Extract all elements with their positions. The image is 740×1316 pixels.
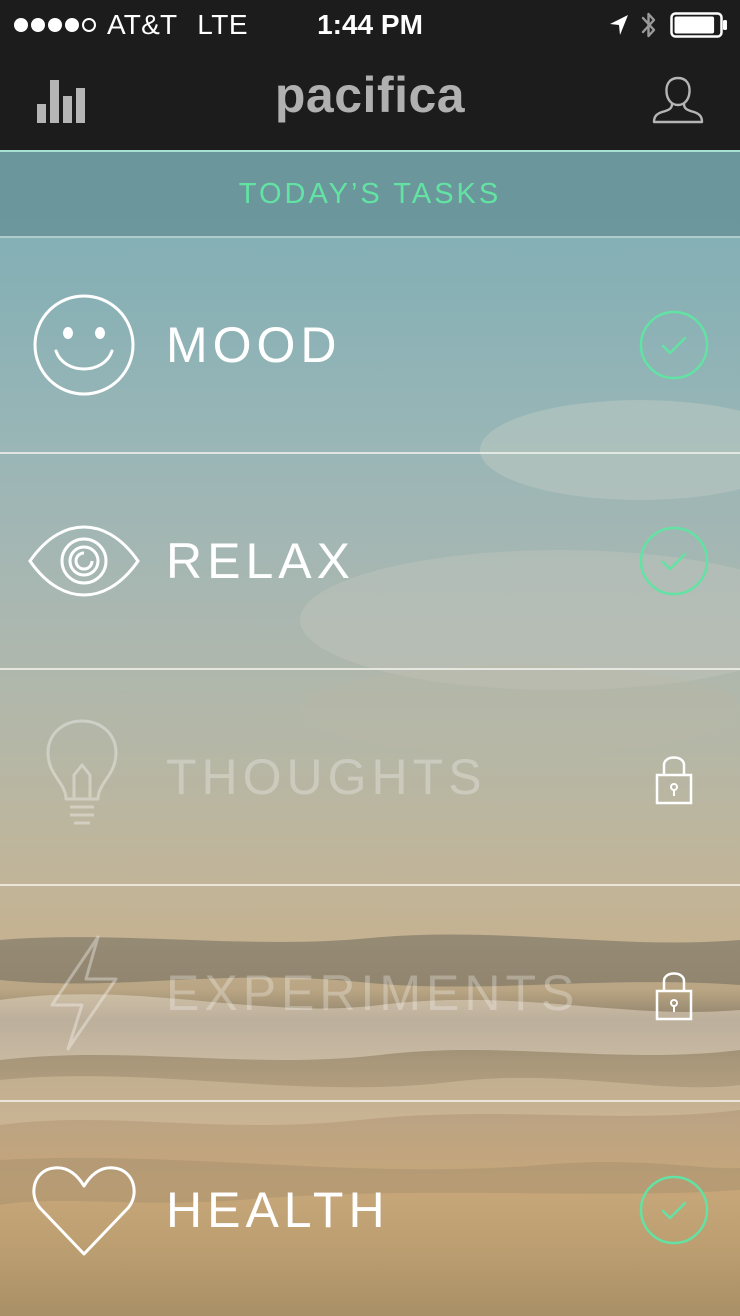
task-label: RELAX <box>166 533 355 589</box>
checkmark-circle-icon <box>638 309 710 381</box>
heart-icon <box>24 1150 144 1270</box>
tasks-content: TODAY’S TASKS MOOD RELAX THOUGHTS EXPERI… <box>0 150 740 1316</box>
checkmark-circle-icon <box>638 525 710 597</box>
nav-bar: pacifica <box>0 50 740 150</box>
status-right <box>608 8 728 42</box>
lightbulb-icon <box>24 717 144 837</box>
task-row-relax[interactable]: RELAX <box>0 454 740 670</box>
padlock-icon <box>638 957 710 1029</box>
lightning-bolt-icon <box>24 933 144 1053</box>
status-bar: AT&T LTE 1:44 PM <box>0 0 740 50</box>
battery-icon <box>670 12 727 38</box>
user-profile-icon <box>652 76 704 124</box>
app-screen: AT&T LTE 1:44 PM pacifica TODAY’S TASKS … <box>0 0 740 1316</box>
task-label: MOOD <box>166 317 342 373</box>
app-title: pacifica <box>274 67 466 123</box>
task-label: EXPERIMENTS <box>166 965 580 1021</box>
task-row-health[interactable]: HEALTH <box>0 1102 740 1316</box>
task-row-thoughts[interactable]: THOUGHTS <box>0 670 740 886</box>
todays-tasks-header: TODAY’S TASKS <box>0 150 740 238</box>
padlock-icon <box>638 741 710 813</box>
eye-icon <box>24 501 144 621</box>
task-label: HEALTH <box>166 1182 390 1238</box>
location-arrow-icon <box>610 15 628 35</box>
smiley-face-icon <box>24 285 144 405</box>
checkmark-circle-icon <box>638 1174 710 1246</box>
todays-tasks-title: TODAY’S TASKS <box>238 178 502 210</box>
task-row-experiments[interactable]: EXPERIMENTS <box>0 886 740 1102</box>
profile-button[interactable] <box>652 74 704 126</box>
task-row-mood[interactable]: MOOD <box>0 238 740 454</box>
bluetooth-icon <box>641 12 656 38</box>
task-label: THOUGHTS <box>166 749 487 805</box>
